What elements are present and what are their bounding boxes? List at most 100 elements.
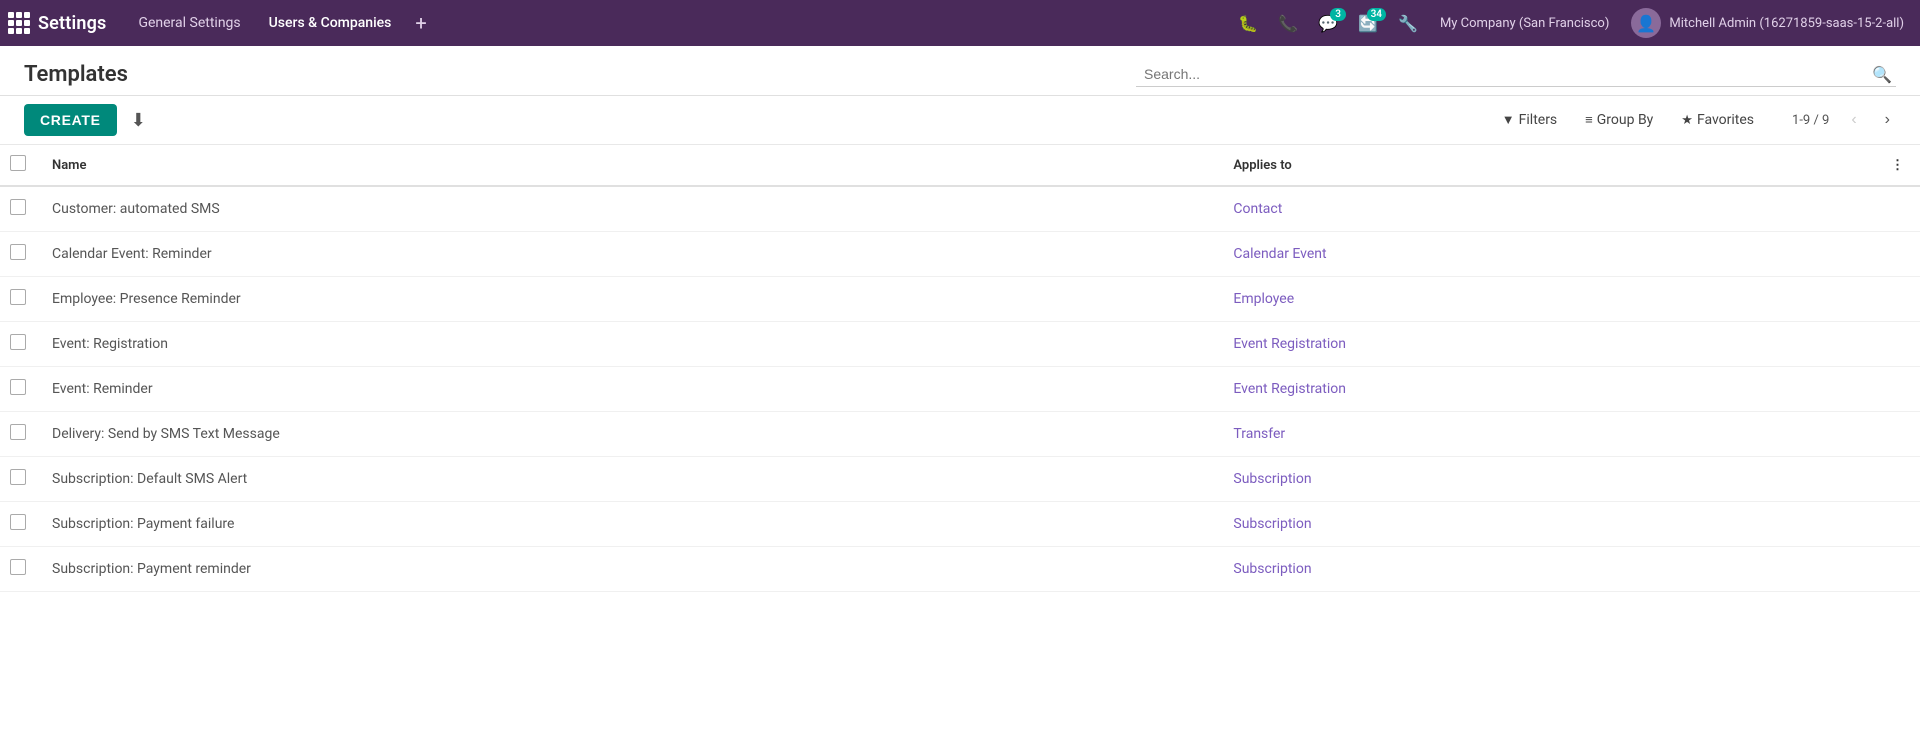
row-applies-to[interactable]: Employee bbox=[1217, 277, 1875, 322]
row-checkbox-cell[interactable] bbox=[0, 232, 36, 277]
row-more-options[interactable] bbox=[1875, 232, 1920, 277]
pagination-prev-button[interactable]: ‹ bbox=[1845, 109, 1862, 131]
filters-button[interactable]: ▼ Filters bbox=[1496, 108, 1563, 132]
row-checkbox[interactable] bbox=[10, 379, 26, 395]
import-button[interactable]: ⬇ bbox=[125, 106, 152, 135]
row-checkbox-cell[interactable] bbox=[0, 277, 36, 322]
more-options-header[interactable]: ⋮ bbox=[1875, 145, 1920, 186]
toolbar: CREATE ⬇ ▼ Filters ≡ Group By ★ Favorite… bbox=[0, 96, 1920, 145]
phone-icon-btn[interactable]: 📞 bbox=[1270, 10, 1306, 37]
row-checkbox[interactable] bbox=[10, 424, 26, 440]
row-name[interactable]: Customer: automated SMS bbox=[36, 186, 1217, 232]
topbar: Settings General Settings Users & Compan… bbox=[0, 0, 1920, 46]
nav-add-button[interactable]: + bbox=[407, 9, 434, 37]
row-name[interactable]: Event: Registration bbox=[36, 322, 1217, 367]
groupby-label: Group By bbox=[1597, 112, 1654, 128]
row-name[interactable]: Delivery: Send by SMS Text Message bbox=[36, 412, 1217, 457]
refresh-badge: 34 bbox=[1367, 8, 1386, 21]
groupby-button[interactable]: ≡ Group By bbox=[1579, 108, 1659, 132]
filter-icon: ▼ bbox=[1502, 112, 1515, 128]
table-row[interactable]: Event: Reminder Event Registration bbox=[0, 367, 1920, 412]
applies-to-column-header[interactable]: Applies to bbox=[1217, 145, 1875, 186]
select-all-checkbox[interactable] bbox=[10, 155, 26, 171]
row-checkbox[interactable] bbox=[10, 199, 26, 215]
row-applies-to[interactable]: Subscription bbox=[1217, 547, 1875, 592]
company-selector[interactable]: My Company (San Francisco) bbox=[1430, 12, 1619, 35]
nav-general-settings[interactable]: General Settings bbox=[126, 9, 252, 37]
table-header-row: Name Applies to ⋮ bbox=[0, 145, 1920, 186]
select-all-header[interactable] bbox=[0, 145, 36, 186]
row-checkbox-cell[interactable] bbox=[0, 186, 36, 232]
table-row[interactable]: Calendar Event: Reminder Calendar Event bbox=[0, 232, 1920, 277]
table-row[interactable]: Event: Registration Event Registration bbox=[0, 322, 1920, 367]
table-row[interactable]: Subscription: Payment failure Subscripti… bbox=[0, 502, 1920, 547]
brand-title[interactable]: Settings bbox=[38, 13, 106, 34]
table-row[interactable]: Customer: automated SMS Contact bbox=[0, 186, 1920, 232]
row-checkbox-cell[interactable] bbox=[0, 322, 36, 367]
table-row[interactable]: Delivery: Send by SMS Text Message Trans… bbox=[0, 412, 1920, 457]
row-more-options[interactable] bbox=[1875, 367, 1920, 412]
row-checkbox[interactable] bbox=[10, 244, 26, 260]
table-row[interactable]: Subscription: Default SMS Alert Subscrip… bbox=[0, 457, 1920, 502]
row-checkbox[interactable] bbox=[10, 469, 26, 485]
row-applies-to[interactable]: Event Registration bbox=[1217, 322, 1875, 367]
row-more-options[interactable] bbox=[1875, 547, 1920, 592]
row-name[interactable]: Subscription: Default SMS Alert bbox=[36, 457, 1217, 502]
row-applies-to[interactable]: Transfer bbox=[1217, 412, 1875, 457]
row-checkbox[interactable] bbox=[10, 514, 26, 530]
star-icon: ★ bbox=[1681, 113, 1693, 128]
wrench-icon: 🔧 bbox=[1398, 14, 1418, 33]
pagination-next-button[interactable]: › bbox=[1879, 109, 1896, 131]
chat-icon-btn[interactable]: 💬 3 bbox=[1310, 10, 1346, 37]
row-applies-to[interactable]: Subscription bbox=[1217, 457, 1875, 502]
user-menu[interactable]: 👤 Mitchell Admin (16271859-saas-15-2-all… bbox=[1623, 4, 1912, 42]
row-name[interactable]: Calendar Event: Reminder bbox=[36, 232, 1217, 277]
row-checkbox-cell[interactable] bbox=[0, 367, 36, 412]
create-button[interactable]: CREATE bbox=[24, 104, 117, 136]
row-checkbox[interactable] bbox=[10, 334, 26, 350]
toolbar-filters: ▼ Filters ≡ Group By ★ Favorites 1-9 / 9… bbox=[1496, 108, 1896, 132]
user-name: Mitchell Admin (16271859-saas-15-2-all) bbox=[1669, 16, 1904, 31]
filters-label: Filters bbox=[1519, 112, 1558, 128]
row-more-options[interactable] bbox=[1875, 412, 1920, 457]
topbar-icons: 🐛 📞 💬 3 🔄 34 🔧 bbox=[1230, 10, 1426, 37]
page-title: Templates bbox=[24, 62, 128, 87]
bug-icon-btn[interactable]: 🐛 bbox=[1230, 10, 1266, 37]
table-row[interactable]: Employee: Presence Reminder Employee bbox=[0, 277, 1920, 322]
row-checkbox-cell[interactable] bbox=[0, 547, 36, 592]
row-more-options[interactable] bbox=[1875, 186, 1920, 232]
row-more-options[interactable] bbox=[1875, 457, 1920, 502]
row-name[interactable]: Subscription: Payment reminder bbox=[36, 547, 1217, 592]
row-applies-to[interactable]: Event Registration bbox=[1217, 367, 1875, 412]
refresh-icon-btn[interactable]: 🔄 34 bbox=[1350, 10, 1386, 37]
row-more-options[interactable] bbox=[1875, 322, 1920, 367]
row-applies-to[interactable]: Contact bbox=[1217, 186, 1875, 232]
row-checkbox-cell[interactable] bbox=[0, 412, 36, 457]
row-checkbox-cell[interactable] bbox=[0, 502, 36, 547]
row-applies-to[interactable]: Calendar Event bbox=[1217, 232, 1875, 277]
row-checkbox[interactable] bbox=[10, 289, 26, 305]
templates-table: Name Applies to ⋮ Customer: automated SM… bbox=[0, 145, 1920, 592]
wrench-icon-btn[interactable]: 🔧 bbox=[1390, 10, 1426, 37]
app-grid-icon[interactable] bbox=[8, 12, 30, 34]
favorites-button[interactable]: ★ Favorites bbox=[1675, 108, 1760, 132]
nav-users-companies[interactable]: Users & Companies bbox=[257, 9, 404, 37]
content-header: Templates 🔍 bbox=[0, 46, 1920, 96]
row-name[interactable]: Subscription: Payment failure bbox=[36, 502, 1217, 547]
row-more-options[interactable] bbox=[1875, 277, 1920, 322]
bug-icon: 🐛 bbox=[1238, 14, 1258, 33]
avatar: 👤 bbox=[1631, 8, 1661, 38]
chat-badge: 3 bbox=[1330, 8, 1346, 21]
row-checkbox[interactable] bbox=[10, 559, 26, 575]
row-applies-to[interactable]: Subscription bbox=[1217, 502, 1875, 547]
row-more-options[interactable] bbox=[1875, 502, 1920, 547]
search-input[interactable] bbox=[1136, 62, 1868, 86]
search-icon[interactable]: 🔍 bbox=[1868, 63, 1896, 86]
table-row[interactable]: Subscription: Payment reminder Subscript… bbox=[0, 547, 1920, 592]
row-name[interactable]: Event: Reminder bbox=[36, 367, 1217, 412]
import-icon: ⬇ bbox=[131, 110, 146, 130]
name-column-header[interactable]: Name bbox=[36, 145, 1217, 186]
row-checkbox-cell[interactable] bbox=[0, 457, 36, 502]
favorites-label: Favorites bbox=[1697, 112, 1754, 128]
row-name[interactable]: Employee: Presence Reminder bbox=[36, 277, 1217, 322]
